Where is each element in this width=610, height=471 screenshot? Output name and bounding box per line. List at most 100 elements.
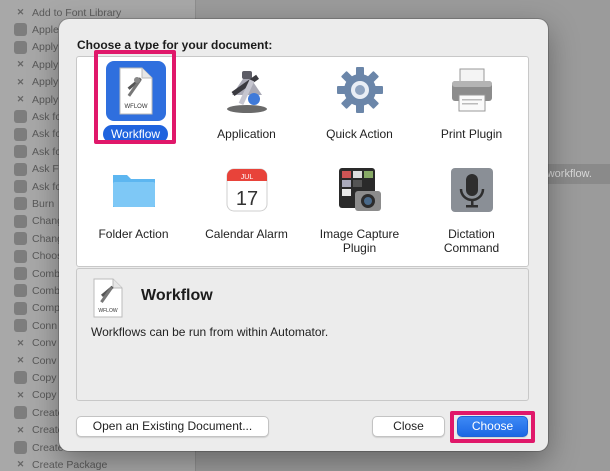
open-existing-document-button[interactable]: Open an Existing Document... [76,416,269,437]
library-item[interactable]: Create [14,439,64,456]
app-icon [14,441,27,454]
app-icon [14,406,27,420]
x-icon: ✕ [16,59,25,70]
app-icon [14,197,27,211]
library-item-label: Ask fo [32,180,62,193]
app-icon [14,23,27,37]
library-item[interactable]: Apple [14,21,59,38]
type-quick-action[interactable]: Quick Action [303,61,416,161]
library-item[interactable]: ✕ Apply [14,91,59,108]
library-item-label: Apply [32,41,59,54]
library-item-label: Apple [32,23,59,36]
type-folder-action[interactable]: Folder Action [77,161,190,261]
library-item[interactable]: Comb [14,282,60,299]
library-item[interactable]: ✕ Conv [14,352,57,369]
application-icon [226,71,267,113]
type-folder-action-label: Folder Action [98,227,169,241]
x-icon: ✕ [16,7,25,17]
x-icon: ✕ [16,355,25,365]
library-item-label: Comp [32,302,61,315]
library-item-label: Ask fo [32,110,62,123]
library-item-label: Apply [32,76,59,89]
library-item[interactable]: Copy [14,369,57,386]
library-item-label: Comb [32,267,61,280]
library-item-label: Ask fo [32,145,62,158]
library-item[interactable]: Comb [14,265,60,282]
app-icon [14,232,27,246]
app-icon [14,40,27,54]
library-item-label: Choos [32,250,63,263]
app-icon [14,267,27,280]
type-print-plugin[interactable]: Print Plugin [415,61,528,161]
app-icon [14,319,27,333]
library-item[interactable]: ✕ Apply [14,74,59,91]
library-item[interactable]: Create [14,404,64,421]
library-item[interactable]: Choos [14,248,62,265]
library-item-label: Conn [32,319,58,332]
type-application[interactable]: Application [190,61,303,161]
library-item[interactable]: Ask fo [14,108,61,125]
type-image-capture-plugin[interactable]: Image Capture Plugin [303,161,416,261]
library-item-label: Burn [32,197,55,210]
description-text: Workflows can be run from within Automat… [91,325,329,339]
file-type-text: WFLOW [98,308,117,314]
type-calendar-alarm[interactable]: JUL 17 Calendar Alarm [190,161,303,261]
library-item[interactable]: ✕ Create Package [14,456,108,471]
library-item[interactable]: Ask fo [14,178,61,195]
library-item[interactable]: ✕ Conv [14,335,57,352]
library-item[interactable]: Ask fo [14,143,61,160]
type-workflow[interactable]: WFLOW Workflow [79,61,192,161]
x-icon: ✕ [16,94,25,104]
type-dictation-command-label: Dictation Command [443,227,500,255]
close-button[interactable]: Close [372,416,445,437]
gear-icon [336,67,383,113]
file-type-text: WFLOW [124,104,147,110]
app-icon [14,145,27,159]
app-icon [14,284,27,298]
choose-button[interactable]: Choose [457,416,528,437]
library-item[interactable]: ✕ Copy [14,387,57,404]
description-title: Workflow [141,287,213,304]
library-item[interactable]: ✕ Create [14,422,64,439]
microphone-icon [450,168,493,212]
calendar-day: 17 [235,188,257,210]
library-item-label: Comb [32,284,61,297]
library-item-label: Apply [32,93,59,106]
type-quick-action-label: Quick Action [326,127,393,141]
library-item-label: Conv [32,354,57,367]
app-icon [14,249,27,263]
app-icon [14,180,27,193]
library-item[interactable]: Ask F [14,161,59,178]
app-icon [14,110,27,124]
library-item-label: Ask F [32,163,59,176]
library-item[interactable]: Burn [14,195,54,212]
x-icon: ✕ [16,337,25,348]
type-application-label: Application [217,127,276,141]
workflow-icon: WFLOW [119,67,152,115]
library-item-label: Copy [32,389,57,402]
app-icon [14,301,27,315]
type-workflow-label: Workflow [102,125,169,143]
library-item-label: Ask fo [32,128,62,141]
printer-icon [451,68,492,112]
folder-icon [112,175,155,207]
document-type-grid: WFLOW Workflow Application Quick Action … [76,56,529,267]
image-capture-icon [338,168,381,211]
x-icon: ✕ [16,389,25,400]
type-image-capture-plugin-label: Image Capture Plugin [319,227,400,255]
description-panel: WFLOW Workflow Workflows can be run from… [76,268,529,401]
library-item[interactable]: Ask fo [14,126,61,143]
library-item[interactable]: Chang [14,230,63,247]
library-item[interactable]: ✕ Apply [14,56,59,73]
library-item[interactable]: Comp [14,300,60,317]
calendar-month: JUL [240,174,253,181]
choose-type-dialog: Choose a type for your document: WFLOW W… [59,19,548,451]
library-item[interactable]: Chang [14,213,63,230]
x-icon: ✕ [16,424,25,435]
library-item[interactable]: Conn [14,317,57,334]
calendar-icon: JUL 17 [226,168,267,212]
library-item[interactable]: Apply [14,39,58,56]
app-icon [14,214,27,228]
dialog-title: Choose a type for your document: [77,38,273,52]
type-dictation-command[interactable]: Dictation Command [415,161,528,261]
